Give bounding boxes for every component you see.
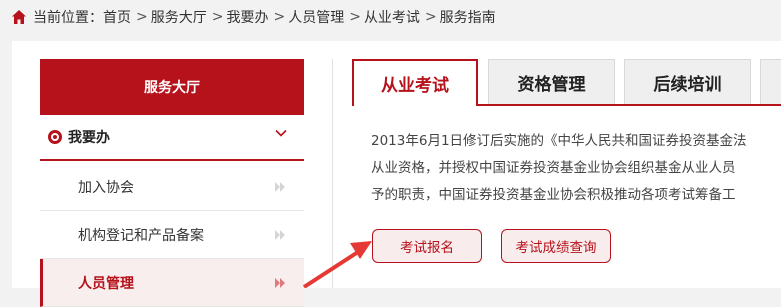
text-line: 2013年6月1日修订后实施的《中华人民共和国证券投资基金法 (371, 133, 747, 149)
double-arrow-right-icon (275, 230, 285, 240)
breadcrumb-service-guide[interactable]: 服务指南 (440, 7, 496, 27)
sidebar-item-label: 人员管理 (78, 275, 134, 292)
breadcrumb-separator: > (211, 9, 224, 25)
text-line: 从业资格，并授权中国证券投资基金业协会组织基金从业人员 (371, 160, 736, 176)
breadcrumb-separator: > (136, 9, 148, 25)
exam-registration-button[interactable]: 考试报名 (372, 229, 482, 263)
home-icon[interactable] (11, 9, 27, 25)
service-guide-text: 2013年6月1日修订后实施的《中华人民共和国证券投资基金法 从业资格，并授权中… (371, 128, 781, 209)
tab-overflow[interactable] (760, 59, 781, 104)
sidebar-item-label: 机构登记和产品备案 (78, 227, 204, 244)
exam-score-query-button[interactable]: 考试成绩查询 (501, 229, 611, 263)
sidebar-item-join-association[interactable]: 加入协会 (40, 163, 304, 211)
tab-follow-up-training[interactable]: 后续培训 (624, 59, 751, 104)
breadcrumb-home[interactable]: 首页 (103, 7, 131, 27)
tab-practice-exam[interactable]: 从业考试 (352, 59, 478, 106)
sidebar-group-label: 我要办 (68, 130, 110, 146)
double-arrow-right-icon (275, 182, 285, 192)
chevron-down-icon (275, 129, 287, 137)
sidebar-item-personnel-management[interactable]: 人员管理 (40, 259, 304, 307)
sidebar-title: 服务大厅 (40, 59, 304, 115)
breadcrumb: 当前位置： 首页 > 服务大厅 > 我要办 > 人员管理 > 从业考试 > 服务… (11, 6, 496, 28)
breadcrumb-separator: > (424, 9, 437, 25)
breadcrumb-prefix: 当前位置： (33, 10, 103, 26)
breadcrumb-practice-exam[interactable]: 从业考试 (364, 7, 420, 27)
breadcrumb-separator: > (349, 9, 361, 25)
bullet-icon (48, 130, 62, 144)
tab-qualification-management[interactable]: 资格管理 (488, 59, 615, 104)
breadcrumb-separator: > (273, 9, 286, 25)
sidebar-item-label: 加入协会 (78, 179, 134, 196)
sidebar-group-i-want-to-do[interactable]: 我要办 (40, 115, 304, 161)
breadcrumb-personnel-management[interactable]: 人员管理 (288, 7, 344, 27)
vertical-divider (332, 59, 333, 288)
sidebar-item-registration-and-filing[interactable]: 机构登记和产品备案 (40, 211, 304, 259)
double-arrow-right-icon (275, 278, 285, 288)
breadcrumb-i-want-to-do[interactable]: 我要办 (226, 7, 268, 27)
text-line: 予的职责，中国证券投资基金业协会积极推动各项考试筹备工 (371, 187, 736, 203)
breadcrumb-service-hall[interactable]: 服务大厅 (151, 7, 207, 27)
